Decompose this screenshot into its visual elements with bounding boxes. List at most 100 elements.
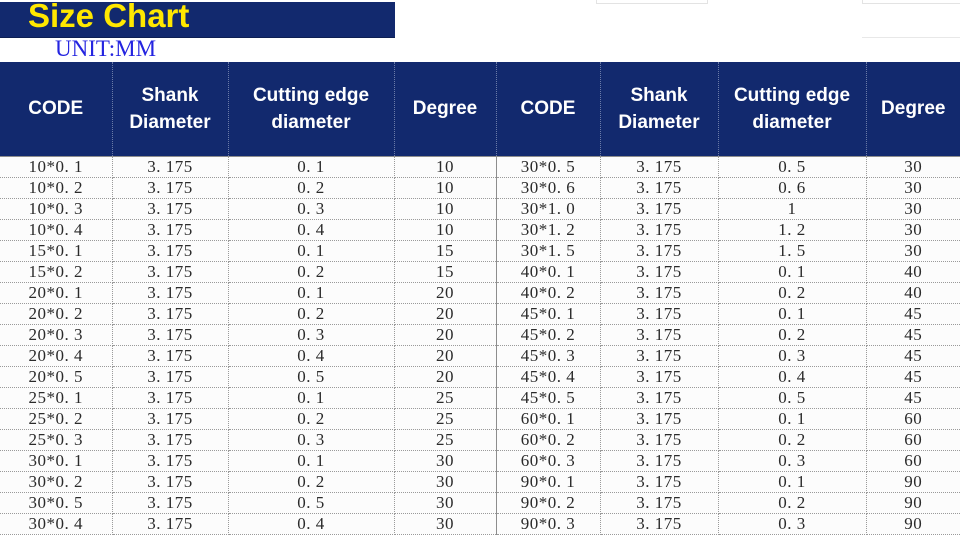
table-row: 25*0. 1 3. 175 0. 1 25 45*0. 5 3. 175 0. 5 45 [0, 387, 960, 409]
table-row: 30*0. 5 3. 175 0. 5 30 90*0. 2 3. 175 0. 2 90 [0, 492, 960, 514]
table-cell: 30*0. 2 [0, 471, 113, 493]
table-row: 10*0. 1 3. 175 0. 1 10 30*0. 5 3. 175 0. 5 30 [0, 155, 960, 178]
table-cell: 0. 5 [228, 492, 395, 514]
table-cell: 10*0. 2 [0, 177, 113, 199]
table-cell: 30*0. 5 [496, 155, 601, 178]
table-cell: 20 [394, 345, 497, 367]
table-cell: 60 [866, 408, 960, 430]
table-cell: 30 [866, 177, 960, 199]
table-cell: 10 [394, 219, 497, 241]
table-cell: 20*0. 2 [0, 303, 113, 325]
table-cell: 3. 175 [600, 155, 719, 178]
table-row: 10*0. 3 3. 175 0. 3 10 30*1. 0 3. 175 1 30 [0, 198, 960, 220]
table-cell: 90*0. 2 [496, 492, 601, 514]
header-shank-left: Shank Diameter [112, 62, 229, 156]
table-cell: 3. 175 [600, 366, 719, 388]
table-cell: 45*0. 5 [496, 387, 601, 409]
table-cell: 15 [394, 240, 497, 262]
table-cell: 1. 5 [718, 240, 867, 262]
table-cell: 10*0. 4 [0, 219, 113, 241]
size-chart-table: CODE Shank Diameter Cutting edge diamete… [0, 62, 960, 535]
table-cell: 30*1. 5 [496, 240, 601, 262]
table-cell: 3. 175 [112, 240, 229, 262]
table-cell: 45*0. 1 [496, 303, 601, 325]
table-cell: 0. 1 [718, 408, 867, 430]
table-cell: 10 [394, 155, 497, 178]
table-cell: 3. 175 [600, 261, 719, 283]
table-header: CODE Shank Diameter Cutting edge diamete… [0, 62, 960, 156]
table-cell: 0. 4 [228, 219, 395, 241]
table-cell: 0. 5 [718, 387, 867, 409]
table-row: 30*0. 2 3. 175 0. 2 30 90*0. 1 3. 175 0. 1 90 [0, 471, 960, 493]
unit-label: UNIT:MM [55, 36, 157, 61]
table-cell: 3. 175 [600, 408, 719, 430]
table-cell: 3. 175 [600, 303, 719, 325]
table-cell: 0. 5 [228, 366, 395, 388]
table-cell: 0. 2 [718, 282, 867, 304]
table-cell: 30 [866, 155, 960, 178]
table-cell: 0. 6 [718, 177, 867, 199]
table-cell: 10*0. 3 [0, 198, 113, 220]
table-cell: 10 [394, 177, 497, 199]
table-cell: 3. 175 [112, 198, 229, 220]
table-cell: 90 [866, 492, 960, 514]
table-cell: 0. 3 [228, 198, 395, 220]
table-cell: 60*0. 2 [496, 429, 601, 451]
table-cell: 0. 2 [228, 177, 395, 199]
table-cell: 3. 175 [600, 324, 719, 346]
table-cell: 3. 175 [600, 345, 719, 367]
table-cell: 3. 175 [600, 450, 719, 472]
table-row: 10*0. 2 3. 175 0. 2 10 30*0. 6 3. 175 0. 6 30 [0, 177, 960, 199]
header-row: CODE Shank Diameter Cutting edge diamete… [0, 62, 960, 156]
table-cell: 30 [394, 513, 497, 535]
table-cell: 20*0. 4 [0, 345, 113, 367]
table-cell: 20*0. 1 [0, 282, 113, 304]
table-cell: 30*0. 5 [0, 492, 113, 514]
table-cell: 60*0. 3 [496, 450, 601, 472]
header-code-left: CODE [0, 62, 113, 156]
table-cell: 20*0. 5 [0, 366, 113, 388]
table-cell: 3. 175 [112, 366, 229, 388]
table-cell: 0. 3 [718, 450, 867, 472]
table-cell: 45 [866, 366, 960, 388]
table-row: 15*0. 2 3. 175 0. 2 15 40*0. 1 3. 175 0. 1 40 [0, 261, 960, 283]
table-cell: 10*0. 1 [0, 155, 113, 178]
table-cell: 0. 1 [718, 471, 867, 493]
table-cell: 30*0. 6 [496, 177, 601, 199]
table-body: 10*0. 1 3. 175 0. 1 10 30*0. 5 3. 175 0. 5 30 10… [0, 155, 960, 535]
table-cell: 0. 3 [228, 324, 395, 346]
table-cell: 0. 2 [718, 324, 867, 346]
table-cell: 25 [394, 429, 497, 451]
table-cell: 3. 175 [112, 345, 229, 367]
table-row: 20*0. 3 3. 175 0. 3 20 45*0. 2 3. 175 0. 2 45 [0, 324, 960, 346]
table-cell: 3. 175 [112, 429, 229, 451]
table-cell: 25*0. 1 [0, 387, 113, 409]
table-cell: 40 [866, 282, 960, 304]
table-cell: 3. 175 [112, 450, 229, 472]
table-cell: 3. 175 [600, 240, 719, 262]
table-cell: 1. 2 [718, 219, 867, 241]
table-cell: 1 [718, 198, 867, 220]
table-cell: 0. 4 [718, 366, 867, 388]
table-cell: 30 [394, 450, 497, 472]
table-cell: 45*0. 2 [496, 324, 601, 346]
table-cell: 30*1. 0 [496, 198, 601, 220]
table-cell: 20 [394, 303, 497, 325]
table-row: 25*0. 3 3. 175 0. 3 25 60*0. 2 3. 175 0. 2 60 [0, 429, 960, 451]
table-cell: 3. 175 [112, 387, 229, 409]
table-cell: 3. 175 [600, 387, 719, 409]
table-cell: 90*0. 1 [496, 471, 601, 493]
table-cell: 3. 175 [600, 429, 719, 451]
table-cell: 15*0. 1 [0, 240, 113, 262]
table-cell: 10 [394, 198, 497, 220]
ghost-cell [862, 0, 960, 4]
table-cell: 0. 4 [228, 345, 395, 367]
table-cell: 15*0. 2 [0, 261, 113, 283]
table-cell: 40*0. 1 [496, 261, 601, 283]
header-degree-left: Degree [394, 62, 497, 156]
table-cell: 3. 175 [112, 219, 229, 241]
table-cell: 60*0. 1 [496, 408, 601, 430]
table-cell: 3. 175 [600, 492, 719, 514]
table-cell: 0. 2 [228, 261, 395, 283]
table-cell: 0. 2 [228, 471, 395, 493]
